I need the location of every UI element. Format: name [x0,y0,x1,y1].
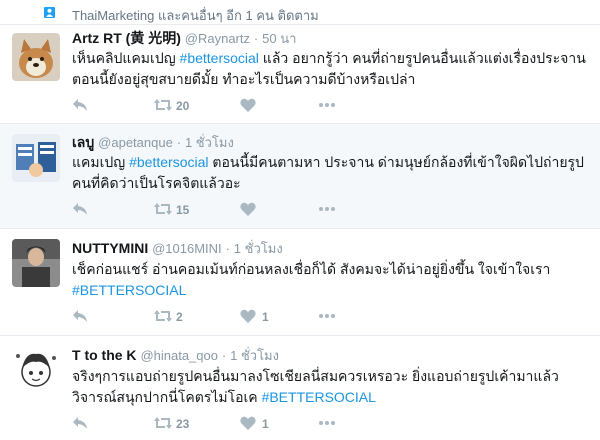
retweet-icon [154,99,172,111]
avatar[interactable] [12,33,60,81]
heart-icon [240,98,256,112]
avatar[interactable] [12,239,60,287]
tweet-text-part: เห็นคลิปแคมเปญ [72,50,180,66]
retweet-icon [154,417,172,429]
more-icon [319,314,335,318]
reply-icon [73,203,87,215]
reply-icon [73,99,87,111]
separator-dot: · [225,241,230,256]
retweet-icon [154,203,172,215]
social-context-note[interactable]: ThaiMarketing และคนอื่นๆ อีก 1 คน ติดตาม [0,0,600,24]
heart-icon [240,416,256,430]
tweet-text: เช็คก่อนแชร์ อ่านคอมเม้นท์ก่อนหลงเชื่อก็… [72,259,592,301]
more-icon [319,421,335,425]
separator-dot: · [221,348,227,363]
tweet-timestamp[interactable]: 1 ชั่วโมง [230,348,279,363]
author-name[interactable]: Artz RT (黄 光明) [72,30,181,46]
retweet-icon [154,310,172,322]
tweet-actions: 20 [72,96,372,116]
avatar[interactable] [12,346,60,394]
tweet-actions: 2 1 [72,307,372,327]
tweet-text: แคมเปญ #bettersocial ตอนนี้มีคนตามหา ประ… [72,152,592,194]
tweet-actions: 23 1 [72,414,372,434]
retweet-count: 2 [176,310,183,324]
tweet-item[interactable]: Artz RT (黄 光明) @Raynartz · 50 นา เห็นคลิ… [0,24,600,123]
tweet-actions: 15 [72,200,372,220]
author-handle[interactable]: @hinata_qoo [140,348,218,363]
hashtag-link[interactable]: #bettersocial [129,154,208,170]
avatar[interactable] [12,134,60,182]
separator-dot: · [253,31,259,46]
hashtag-link[interactable]: #BETTERSOCIAL [262,389,376,405]
retweet-count: 23 [176,417,190,431]
tweet-text: เห็นคลิปแคมเปญ #bettersocial แล้ว อยากรู… [72,48,592,90]
retweet-count: 15 [176,203,190,217]
heart-icon [240,309,256,323]
tweet-text-part: แคมเปญ [72,154,130,170]
tweet-timestamp[interactable]: 50 นา [262,31,296,46]
tweet-item[interactable]: เลบู @apetanque · 1 ชั่วโมง แคมเปญ #bett… [0,123,600,228]
author-name[interactable]: NUTTYMINI [72,240,148,256]
author-name[interactable]: T to the K [72,347,137,363]
social-context-text: ThaiMarketing และคนอื่นๆ อีก 1 คน ติดตาม [72,8,319,23]
hashtag-link[interactable]: #BETTERSOCIAL [72,282,186,298]
author-handle[interactable]: @1016MINI [152,241,222,256]
more-icon [319,103,335,107]
author-name[interactable]: เลบู [72,134,94,150]
tweet-text: จริงๆการแอบถ่ายรูปคนอื่นมาลงโซเชียลนี่สม… [72,366,592,408]
author-handle[interactable]: @apetanque [98,135,173,150]
reply-icon [73,417,87,429]
like-count: 1 [262,310,269,324]
tweet-text-part: เช็คก่อนแชร์ อ่านคอมเม้นท์ก่อนหลงเชื่อก็… [72,261,551,277]
tweet-item[interactable]: NUTTYMINI @1016MINI · 1 ชั่วโมง เช็คก่อน… [0,228,600,335]
reply-icon [73,310,87,322]
more-icon [319,207,335,211]
person-icon [44,7,55,18]
separator-dot: · [176,135,182,150]
tweet-timestamp[interactable]: 1 ชั่วโมง [185,135,234,150]
heart-icon [240,202,256,216]
retweet-count: 20 [176,99,190,113]
tweet-item[interactable]: T to the K @hinata_qoo · 1 ชั่วโมง จริงๆ… [0,335,600,440]
author-handle[interactable]: @Raynartz [185,31,250,46]
hashtag-link[interactable]: #bettersocial [180,50,259,66]
like-count: 1 [262,417,269,431]
tweet-timestamp[interactable]: 1 ชั่วโมง [234,241,283,256]
